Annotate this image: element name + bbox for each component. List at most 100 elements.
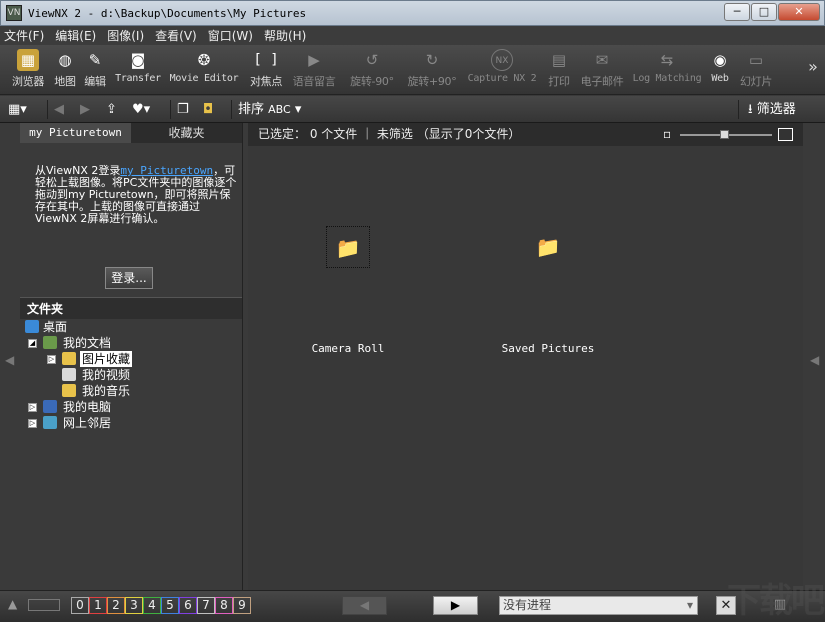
expand-icon[interactable]: ▷	[28, 419, 37, 428]
menu-help[interactable]: 帮助(H)	[264, 27, 306, 44]
minimize-button[interactable]: ─	[724, 3, 750, 21]
selection-status: 已选定： 0 个文件 ｜ 未筛选 （显示了0个文件）	[258, 127, 521, 141]
next-button[interactable]: ▶	[433, 596, 478, 615]
label-0[interactable]: 0	[71, 597, 89, 614]
expand-icon[interactable]: ▷	[28, 403, 37, 412]
collapse-up-icon[interactable]: ▲	[8, 597, 17, 611]
camera-import-button[interactable]: ◘	[203, 100, 213, 119]
window-controls: ─ □ ✕	[723, 3, 820, 21]
close-button[interactable]: ✕	[778, 3, 820, 21]
tab-favorites[interactable]: 收藏夹	[131, 123, 242, 143]
menu-window[interactable]: 窗口(W)	[208, 27, 253, 44]
arrow-left-icon: ◀	[54, 102, 64, 117]
rotate-left-icon: ↺	[365, 51, 379, 69]
toolbar-slideshow-button[interactable]: ▭ 幻灯片	[736, 49, 776, 93]
tab-my-picturetown[interactable]: my Picturetown	[20, 123, 131, 143]
favorite-folder-button[interactable]: ♥▾	[132, 100, 150, 119]
label-strip: 0 1 2 3 4 5 6 7 8 9	[71, 597, 251, 614]
progress-dropdown[interactable]: 没有进程 ▾	[499, 596, 698, 615]
menu-edit[interactable]: 编辑(E)	[55, 27, 96, 44]
download-icon: ⭳	[748, 102, 753, 117]
left-panel-tabs: my Picturetown 收藏夹	[20, 123, 242, 143]
toolbar-movie-editor-button[interactable]: ❂ Movie Editor	[167, 49, 241, 93]
menu-image[interactable]: 图像(I)	[107, 27, 144, 44]
menu-view[interactable]: 查看(V)	[155, 27, 197, 44]
up-folder-icon: ⇪	[106, 102, 117, 117]
computer-icon	[43, 400, 57, 413]
toolbar-log-matching-button[interactable]: ⇆ Log Matching	[630, 49, 704, 93]
menu-file[interactable]: 文件(F)	[4, 27, 44, 44]
label-9[interactable]: 9	[233, 597, 251, 614]
folder-thumb-camera-roll[interactable]: 📁 Camera Roll	[268, 226, 428, 356]
label-4[interactable]: 4	[143, 597, 161, 614]
toolbar-capture-nx-button[interactable]: NX Capture NX 2	[464, 49, 540, 93]
music-folder-icon	[62, 384, 76, 397]
tree-item-my-pictures[interactable]: ▷ 图片收藏	[20, 351, 242, 367]
right-collapse-strip[interactable]: ◀	[806, 123, 825, 590]
up-folder-button[interactable]: ⇪	[106, 100, 117, 119]
toolbar-transfer-button[interactable]: ◙ Transfer	[113, 49, 163, 93]
back-button[interactable]: ◀	[54, 100, 64, 119]
toolbar-rotate-left-button[interactable]: ↺ 旋转-90°	[344, 49, 400, 93]
toolbar-focus-point-button[interactable]: [ ] 对焦点	[246, 49, 286, 93]
toolbar-print-button[interactable]: ▤ 打印	[544, 49, 574, 93]
chevron-down-icon: ▾	[294, 102, 302, 117]
camera-small-icon: ◘	[203, 102, 214, 117]
tree-item-my-documents[interactable]: ◢ 我的文档	[20, 335, 242, 351]
toolbar-map-button[interactable]: ◍ 地图	[50, 49, 80, 93]
label-1[interactable]: 1	[89, 597, 107, 614]
filmstrip-toggle[interactable]	[28, 599, 60, 611]
desktop-icon	[25, 320, 39, 333]
forward-button[interactable]: ▶	[80, 100, 90, 119]
folder-thumb-saved-pictures[interactable]: 📁 Saved Pictures	[468, 236, 628, 356]
toolbar-rotate-right-button[interactable]: ↻ 旋转+90°	[404, 49, 460, 93]
tree-item-my-music[interactable]: 我的音乐	[20, 383, 242, 399]
label-7[interactable]: 7	[197, 597, 215, 614]
thumbnail-small-icon[interactable]: ▫	[663, 123, 671, 146]
bottom-bar: ▲ 0 1 2 3 4 5 6 7 8 9 ◀ ▶ 没有进程 ▾ ✕ ▥	[0, 590, 825, 622]
left-collapse-strip[interactable]: ◀	[0, 123, 20, 590]
tree-item-my-videos[interactable]: 我的视频	[20, 367, 242, 383]
window-title: ViewNX 2 - d:\Backup\Documents\My Pictur…	[28, 6, 307, 20]
toolbar-browser-button[interactable]: ▦ 浏览器	[6, 49, 50, 93]
slider-handle[interactable]	[720, 130, 729, 139]
thumbnail-large-icon[interactable]	[778, 128, 793, 141]
title-bar: VN ViewNX 2 - d:\Backup\Documents\My Pic…	[0, 0, 825, 26]
view-mode-dropdown[interactable]: ▦▾	[8, 100, 44, 119]
label-3[interactable]: 3	[125, 597, 143, 614]
picturetown-description: 从ViewNX 2登录my Picturetown，可轻松上载图像。将PC文件夹…	[35, 164, 237, 225]
toolbar-voice-memo-button[interactable]: ▶ 语音留言	[288, 49, 340, 93]
expand-icon[interactable]: ▷	[47, 355, 56, 364]
tree-item-network[interactable]: ▷ 网上邻居	[20, 415, 242, 431]
label-8[interactable]: 8	[215, 597, 233, 614]
filter-label: 筛选器	[756, 102, 796, 117]
window-icon: ❐	[177, 102, 189, 117]
globe-icon: ◍	[58, 51, 72, 69]
folder-label: Saved Pictures	[501, 342, 595, 355]
filter-button[interactable]: ⭳ 筛选器	[748, 100, 796, 119]
new-window-button[interactable]: ❐	[177, 100, 189, 119]
previous-button[interactable]: ◀	[342, 596, 387, 615]
folder-tree: 桌面 ◢ 我的文档 ▷ 图片收藏 我的视频 我的音乐 ▷ 我的电脑 ▷ 网上邻居	[20, 319, 242, 431]
toolbar-web-button[interactable]: ◉ Web	[706, 49, 734, 93]
tree-item-my-computer[interactable]: ▷ 我的电脑	[20, 399, 242, 415]
progress-status: 没有进程	[503, 598, 552, 612]
collapse-right-icon: ◀	[810, 353, 820, 367]
left-panel: my Picturetown 收藏夹 从ViewNX 2登录my Picture…	[20, 123, 243, 590]
label-6[interactable]: 6	[179, 597, 197, 614]
toolbar-edit-button[interactable]: ✎ 编辑	[80, 49, 110, 93]
label-2[interactable]: 2	[107, 597, 125, 614]
toolbar-more-button[interactable]: »	[806, 57, 820, 101]
app-icon: VN	[6, 5, 22, 21]
login-button[interactable]: 登录...	[105, 267, 153, 289]
web-icon: ◉	[713, 51, 727, 69]
toolbar-email-button[interactable]: ✉ 电子邮件	[576, 49, 628, 93]
tree-item-desktop[interactable]: 桌面	[20, 319, 242, 335]
videos-folder-icon	[62, 368, 76, 381]
collapse-icon[interactable]: ◢	[28, 339, 37, 348]
label-5[interactable]: 5	[161, 597, 179, 614]
thumbnail-grid: 📁 Camera Roll 📁 Saved Pictures	[248, 146, 803, 590]
edit-icon: ✎	[88, 51, 102, 69]
maximize-button[interactable]: □	[751, 3, 777, 21]
sort-dropdown[interactable]: 排序 ABC ▾	[238, 100, 301, 119]
